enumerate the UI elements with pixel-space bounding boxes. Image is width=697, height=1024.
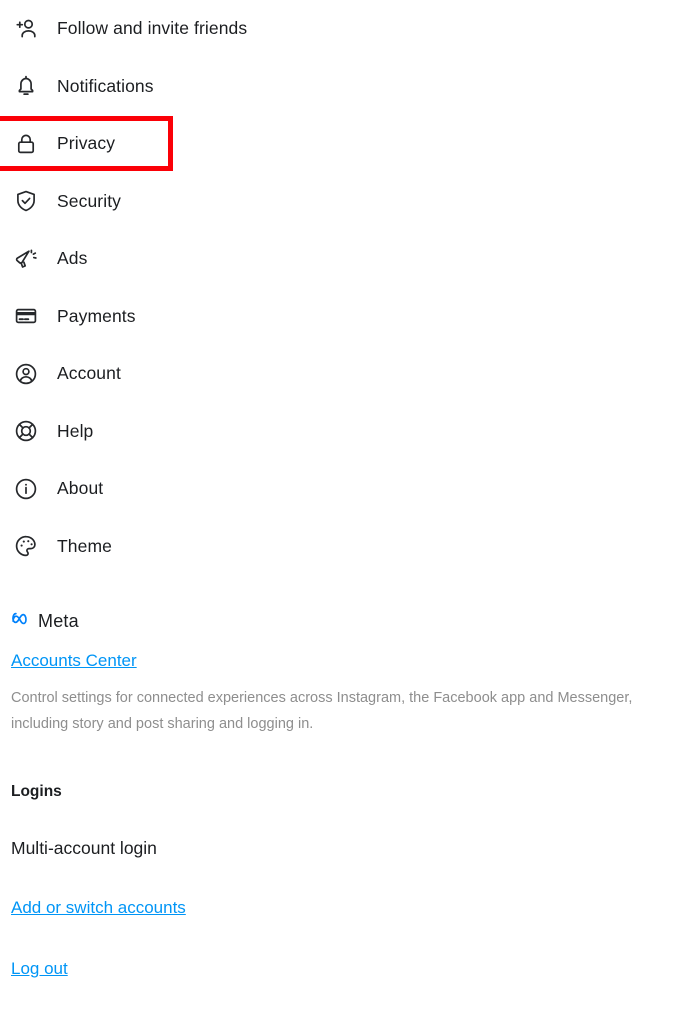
shield-check-icon — [11, 186, 41, 216]
meta-infinity-icon — [11, 611, 33, 632]
bell-icon — [11, 71, 41, 101]
meta-brand-row: Meta — [11, 608, 671, 634]
multi-account-login-label: Multi-account login — [11, 837, 157, 858]
meta-accounts-center-section: Meta Accounts Center Control settings fo… — [11, 608, 671, 752]
menu-item-label: Help — [57, 420, 94, 441]
menu-item-follow-and-invite-friends[interactable]: Follow and invite friends — [0, 0, 697, 58]
menu-item-about[interactable]: About — [0, 460, 697, 518]
lock-icon — [11, 129, 41, 159]
menu-item-help[interactable]: Help — [0, 403, 697, 461]
log-out-link[interactable]: Log out — [11, 960, 671, 977]
menu-item-label: Ads — [57, 248, 88, 268]
menu-item-label: Security — [57, 190, 122, 211]
person-add-icon — [11, 14, 41, 44]
menu-item-label: Privacy — [57, 133, 116, 153]
menu-item-payments[interactable]: Payments — [0, 288, 697, 346]
menu-item-notifications[interactable]: Notifications — [0, 58, 697, 116]
menu-item-label: Account — [57, 363, 121, 383]
menu-item-account[interactable]: Account — [0, 345, 697, 403]
menu-item-theme[interactable]: Theme — [0, 518, 697, 576]
menu-item-label: Follow and invite friends — [57, 18, 248, 38]
menu-item-label: About — [57, 478, 104, 498]
menu-item-ads[interactable]: Ads — [0, 230, 697, 288]
meta-brand-label: Meta — [38, 611, 79, 631]
add-or-switch-accounts-link[interactable]: Add or switch accounts — [11, 899, 671, 916]
palette-icon — [11, 531, 41, 561]
megaphone-icon — [11, 244, 41, 274]
menu-item-security[interactable]: Security — [0, 173, 697, 231]
logins-heading: Logins — [11, 783, 62, 800]
user-circle-icon — [11, 359, 41, 389]
accounts-center-link[interactable]: Accounts Center — [11, 652, 671, 669]
accounts-center-description: Control settings for connected experienc… — [11, 690, 633, 733]
logins-section: Logins Multi-account login Add or switch… — [11, 784, 671, 977]
credit-card-icon — [11, 301, 41, 331]
menu-item-label: Payments — [57, 305, 136, 326]
settings-menu-list: Follow and invite friends Notifications … — [0, 0, 697, 575]
lifebuoy-icon — [11, 416, 41, 446]
menu-item-privacy[interactable]: Privacy — [0, 115, 697, 173]
menu-item-label: Theme — [57, 535, 112, 556]
menu-item-label: Notifications — [57, 75, 154, 96]
info-circle-icon — [11, 474, 41, 504]
